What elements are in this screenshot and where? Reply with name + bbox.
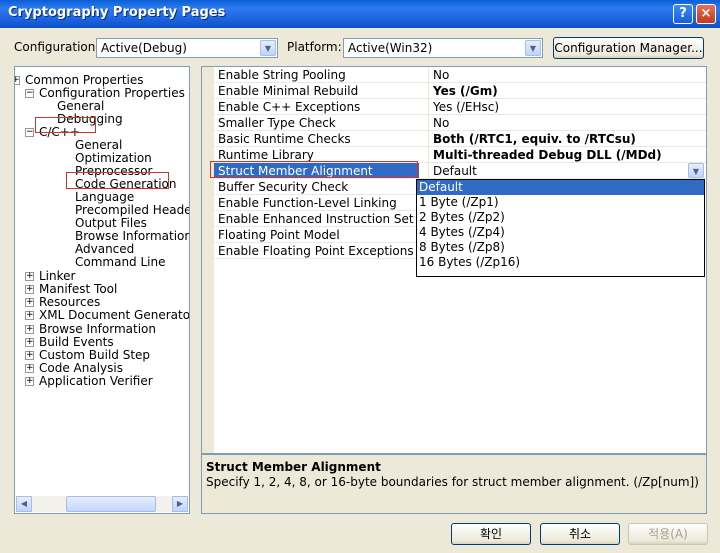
dropdown-option[interactable]: 4 Bytes (/Zp4) [417, 225, 704, 240]
property-value[interactable]: Yes (/EHsc) [433, 100, 499, 114]
property-name: Runtime Library [218, 148, 314, 162]
property-row[interactable]: Basic Runtime Checks Both (/RTC1, equiv. … [214, 131, 706, 147]
description-text: Specify 1, 2, 4, 8, or 16-byte boundarie… [206, 475, 699, 489]
tree-item[interactable]: Command Line [75, 256, 166, 269]
description-panel: Struct Member Alignment Specify 1, 2, 4,… [201, 454, 707, 514]
property-name: Buffer Security Check [218, 180, 349, 194]
expand-icon[interactable]: + [25, 311, 34, 320]
dropdown-option[interactable]: 16 Bytes (/Zp16) [417, 255, 704, 270]
expand-icon[interactable]: + [25, 285, 34, 294]
column-divider [428, 131, 429, 147]
chevron-down-icon[interactable]: ▼ [688, 163, 704, 178]
tree-item[interactable]: Application Verifier [39, 375, 153, 388]
platform-dropdown[interactable]: Active(Win32) ▼ [343, 38, 543, 58]
grid-gutter [202, 67, 214, 453]
configuration-label: Configuration: [14, 40, 100, 54]
property-value[interactable]: Yes (/Gm) [433, 84, 498, 98]
property-name: Smaller Type Check [218, 116, 336, 130]
expand-icon[interactable]: + [25, 377, 34, 386]
property-value[interactable]: Multi-threaded Debug DLL (/MDd) [433, 148, 662, 162]
platform-label: Platform: [287, 40, 342, 54]
column-divider [428, 147, 429, 163]
highlight-struct-member-alignment [210, 161, 418, 178]
column-divider [428, 115, 429, 131]
property-value[interactable]: No [433, 68, 449, 82]
dropdown-option[interactable]: Default [417, 180, 704, 195]
dropdown-option[interactable]: 1 Byte (/Zp1) [417, 195, 704, 210]
property-name: Enable Floating Point Exceptions [218, 244, 414, 258]
column-divider [428, 163, 429, 179]
collapse-icon[interactable]: − [25, 89, 34, 98]
column-divider [428, 99, 429, 115]
configuration-value: Active(Debug) [101, 41, 187, 55]
property-row[interactable]: Smaller Type Check No [214, 115, 706, 131]
description-title: Struct Member Alignment [206, 460, 381, 474]
property-name: Enable C++ Exceptions [218, 100, 361, 114]
property-row[interactable]: Enable C++ Exceptions Yes (/EHsc) [214, 99, 706, 115]
chevron-down-icon[interactable]: ▼ [525, 40, 541, 56]
expand-icon[interactable]: + [25, 351, 34, 360]
column-divider [428, 83, 429, 99]
property-name: Enable String Pooling [218, 68, 346, 82]
expand-icon[interactable]: + [25, 364, 34, 373]
platform-value: Active(Win32) [348, 41, 433, 55]
configuration-dropdown[interactable]: Active(Debug) ▼ [96, 38, 278, 58]
dropdown-option[interactable]: 2 Bytes (/Zp2) [417, 210, 704, 225]
collapse-icon[interactable]: − [25, 128, 34, 137]
property-name: Basic Runtime Checks [218, 132, 351, 146]
property-value[interactable]: No [433, 116, 449, 130]
apply-button[interactable]: 적용(A) [628, 523, 708, 545]
highlight-c-cpp [35, 117, 96, 133]
expand-icon[interactable]: + [25, 272, 34, 281]
close-icon[interactable]: × [696, 4, 716, 24]
property-name: Floating Point Model [218, 228, 340, 242]
property-row[interactable]: Enable String Pooling No [214, 67, 706, 83]
chevron-down-icon[interactable]: ▼ [260, 40, 276, 56]
tree-horizontal-scrollbar[interactable]: ◀ ▶ [16, 496, 188, 512]
property-row[interactable]: Enable Minimal Rebuild Yes (/Gm) [214, 83, 706, 99]
expand-icon[interactable]: + [25, 338, 34, 347]
cancel-button[interactable]: 취소 [540, 523, 620, 545]
window-title: Cryptography Property Pages [8, 5, 226, 20]
scrollbar-thumb[interactable] [66, 496, 156, 512]
alignment-dropdown-list[interactable]: Default 1 Byte (/Zp1) 2 Bytes (/Zp2) 4 Byte… [416, 179, 705, 277]
property-name: Enable Minimal Rebuild [218, 84, 359, 98]
property-value[interactable]: Both (/RTC1, equiv. to /RTCsu) [433, 132, 636, 146]
expand-icon[interactable]: + [25, 298, 34, 307]
help-icon[interactable]: ? [673, 4, 693, 24]
column-divider [428, 67, 429, 83]
ok-button[interactable]: 확인 [451, 523, 531, 545]
tree-item[interactable]: XML Document Generator [39, 309, 189, 322]
highlight-code-generation [66, 172, 169, 189]
property-value[interactable]: Default [433, 164, 477, 178]
scroll-left-icon[interactable]: ◀ [16, 496, 32, 512]
title-bar: Cryptography Property Pages ? × [0, 0, 720, 28]
property-name: Enable Function-Level Linking [218, 196, 397, 210]
dropdown-option[interactable]: 8 Bytes (/Zp8) [417, 240, 704, 255]
expand-icon[interactable]: + [15, 76, 20, 85]
configuration-manager-button[interactable]: Configuration Manager... [553, 37, 704, 59]
property-name: Enable Enhanced Instruction Set [218, 212, 414, 226]
property-tree[interactable]: +Common Properties−Configuration Propert… [14, 66, 190, 514]
expand-icon[interactable]: + [25, 325, 34, 334]
scroll-right-icon[interactable]: ▶ [172, 496, 188, 512]
